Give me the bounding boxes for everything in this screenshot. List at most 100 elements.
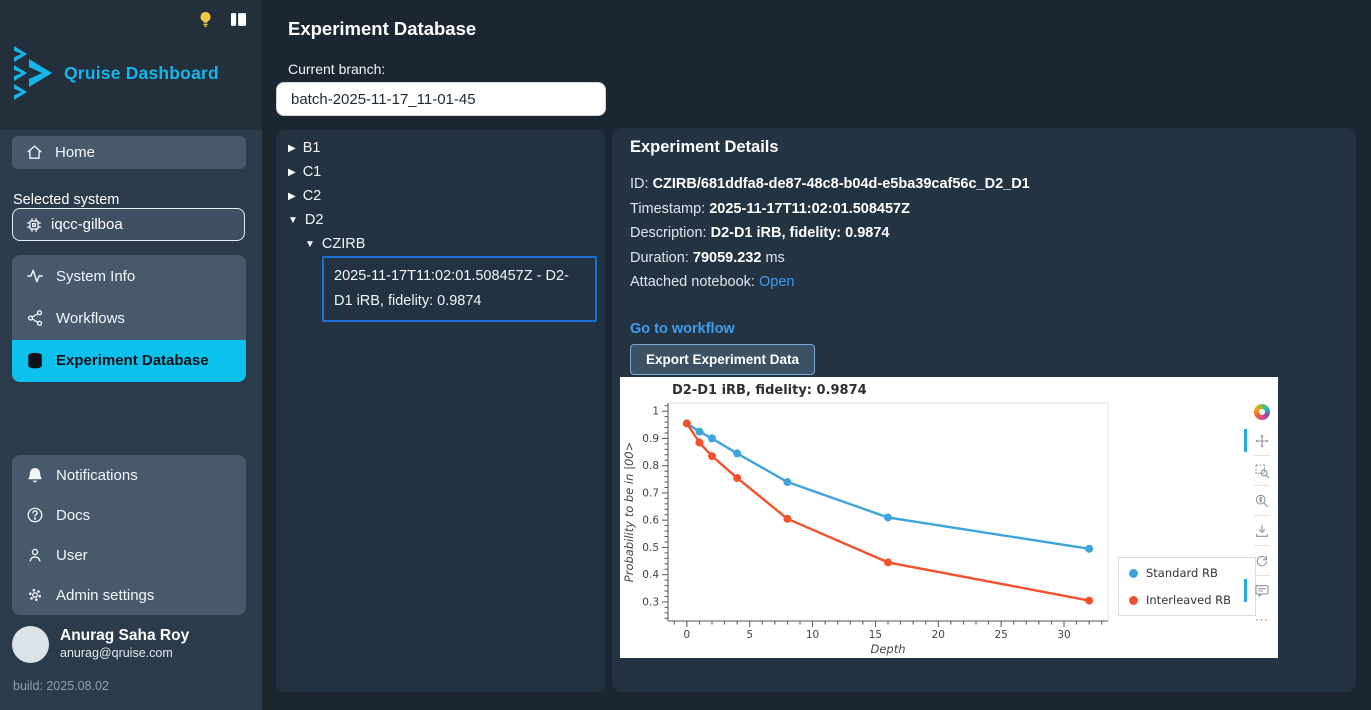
- sidebar-toggle-icon[interactable]: [229, 10, 248, 29]
- caret-down-icon: ▼: [305, 239, 315, 250]
- sidebar-item-label: Workflows: [56, 310, 125, 327]
- pan-icon[interactable]: [1249, 426, 1275, 455]
- svg-text:0.4: 0.4: [642, 569, 659, 581]
- database-icon: [26, 352, 44, 370]
- tree-item-b1[interactable]: ▶B1: [288, 137, 320, 159]
- svg-text:0.3: 0.3: [642, 596, 659, 608]
- reset-icon[interactable]: [1249, 546, 1275, 575]
- experiment-chart: D2-D1 iRB, fidelity: 0.9874 0.30.40.50.6…: [620, 377, 1278, 658]
- help-icon: [26, 506, 44, 524]
- details-heading: Experiment Details: [630, 138, 779, 157]
- current-branch-label: Current branch:: [288, 61, 385, 77]
- page-title: Experiment Database: [288, 18, 476, 40]
- sidebar-nav-main: System Info Workflows Experiment Databas…: [12, 255, 246, 382]
- svg-text:1: 1: [652, 406, 659, 418]
- field-id: ID: CZIRB/681ddfa8-de87-48c8-b04d-e5ba39…: [630, 172, 1030, 197]
- app-window: Qruise Dashboard Home Selected system iq…: [0, 0, 1371, 710]
- sidebar-item-label: Docs: [56, 507, 90, 524]
- sidebar-item-admin-settings[interactable]: Admin settings: [12, 575, 246, 615]
- svg-text:0.7: 0.7: [642, 487, 659, 499]
- sidebar-item-user[interactable]: User: [12, 535, 246, 575]
- svg-text:0: 0: [684, 629, 691, 641]
- logo-text: Qruise Dashboard: [64, 63, 219, 84]
- sidebar-item-system-info[interactable]: System Info: [12, 255, 246, 297]
- svg-text:0.6: 0.6: [642, 515, 659, 527]
- build-version: build: 2025.08.02: [13, 679, 109, 693]
- avatar: [12, 626, 49, 663]
- user-profile: Anurag Saha Roy anurag@qruise.com: [12, 626, 189, 663]
- system-select-value: iqcc-gilboa: [51, 216, 123, 233]
- box-zoom-icon[interactable]: [1249, 456, 1275, 485]
- export-experiment-data-button[interactable]: Export Experiment Data: [630, 344, 815, 375]
- caret-down-icon: ▼: [288, 215, 298, 226]
- svg-text:Probability to be in |00>: Probability to be in |00>: [622, 442, 636, 582]
- activity-icon: [26, 267, 44, 285]
- lightbulb-icon[interactable]: [196, 10, 215, 29]
- sidebar-item-experiment-database[interactable]: Experiment Database: [12, 340, 246, 382]
- chart-legend: Standard RB Interleaved RB: [1118, 557, 1256, 616]
- hover-icon[interactable]: [1249, 576, 1275, 605]
- tree-item-experiment-selected[interactable]: 2025-11-17T11:02:01.508457Z - D2-D1 iRB,…: [322, 256, 597, 322]
- user-icon: [26, 546, 44, 564]
- legend-marker-interleaved-rb: [1129, 596, 1138, 605]
- selected-system-label: Selected system: [13, 192, 119, 208]
- caret-right-icon: ▶: [288, 191, 296, 202]
- svg-text:0.9: 0.9: [642, 433, 659, 445]
- svg-text:20: 20: [932, 629, 945, 641]
- sidebar: Qruise Dashboard Home Selected system iq…: [0, 0, 262, 710]
- chart-toolbar: ⋯: [1249, 397, 1275, 634]
- sidebar-item-label: Home: [55, 144, 95, 161]
- field-description: Description: D2-D1 iRB, fidelity: 0.9874: [630, 221, 1030, 246]
- experiment-tree-panel: ▶B1 ▶C1 ▶C2 ▼D2 ▼CZIRB 2025-11-17T11:02:…: [276, 130, 605, 692]
- svg-text:Depth: Depth: [870, 642, 905, 656]
- experiment-details-panel: Experiment Details ID: CZIRB/681ddfa8-de…: [612, 128, 1356, 692]
- svg-text:25: 25: [994, 629, 1007, 641]
- caret-right-icon: ▶: [288, 143, 296, 154]
- field-notebook: Attached notebook: Open: [630, 270, 1030, 295]
- svg-text:0.8: 0.8: [642, 460, 659, 472]
- svg-text:0.5: 0.5: [642, 542, 659, 554]
- chip-icon: [26, 217, 42, 233]
- svg-text:10: 10: [806, 629, 819, 641]
- tree-item-d2[interactable]: ▼D2: [288, 209, 323, 231]
- home-icon: [26, 144, 43, 161]
- bokeh-logo-icon[interactable]: [1249, 397, 1275, 426]
- field-duration: Duration: 79059.232 ms: [630, 246, 1030, 271]
- svg-text:30: 30: [1057, 629, 1070, 641]
- system-select[interactable]: iqcc-gilboa: [12, 208, 245, 241]
- tree-item-czirb[interactable]: ▼CZIRB: [305, 233, 365, 255]
- legend-item-standard-rb: Standard RB: [1129, 566, 1245, 580]
- logo-chevrons-icon: [12, 44, 56, 102]
- app-logo: Qruise Dashboard: [12, 44, 219, 102]
- sidebar-item-label: Admin settings: [56, 587, 154, 604]
- sidebar-nav-secondary: Notifications Docs User Admin settings: [12, 455, 246, 615]
- sidebar-item-label: User: [56, 547, 88, 564]
- open-notebook-link[interactable]: Open: [759, 274, 794, 290]
- caret-right-icon: ▶: [288, 167, 296, 178]
- sidebar-item-workflows[interactable]: Workflows: [12, 297, 246, 339]
- sidebar-header: Qruise Dashboard: [0, 0, 262, 130]
- sidebar-item-label: Experiment Database: [56, 352, 209, 369]
- bell-icon: [26, 466, 44, 484]
- sidebar-item-docs[interactable]: Docs: [12, 495, 246, 535]
- sidebar-item-notifications[interactable]: Notifications: [12, 455, 246, 495]
- more-icon[interactable]: ⋯: [1249, 605, 1275, 634]
- legend-item-interleaved-rb: Interleaved RB: [1129, 593, 1245, 607]
- user-name: Anurag Saha Roy: [60, 626, 189, 645]
- share-icon: [26, 309, 44, 327]
- sidebar-item-label: System Info: [56, 268, 135, 285]
- tree-item-c1[interactable]: ▶C1: [288, 161, 321, 183]
- sidebar-item-home[interactable]: Home: [12, 136, 246, 169]
- user-email: anurag@qruise.com: [60, 645, 189, 662]
- branch-input[interactable]: [276, 82, 606, 116]
- svg-text:5: 5: [746, 629, 753, 641]
- wheel-zoom-icon[interactable]: [1249, 486, 1275, 515]
- sidebar-item-label: Notifications: [56, 467, 138, 484]
- go-to-workflow-link[interactable]: Go to workflow: [630, 321, 735, 337]
- svg-text:15: 15: [869, 629, 882, 641]
- legend-marker-standard-rb: [1129, 569, 1138, 578]
- tree-item-c2[interactable]: ▶C2: [288, 185, 321, 207]
- save-icon[interactable]: [1249, 516, 1275, 545]
- field-timestamp: Timestamp: 2025-11-17T11:02:01.508457Z: [630, 197, 1030, 222]
- details-fields: ID: CZIRB/681ddfa8-de87-48c8-b04d-e5ba39…: [630, 172, 1030, 295]
